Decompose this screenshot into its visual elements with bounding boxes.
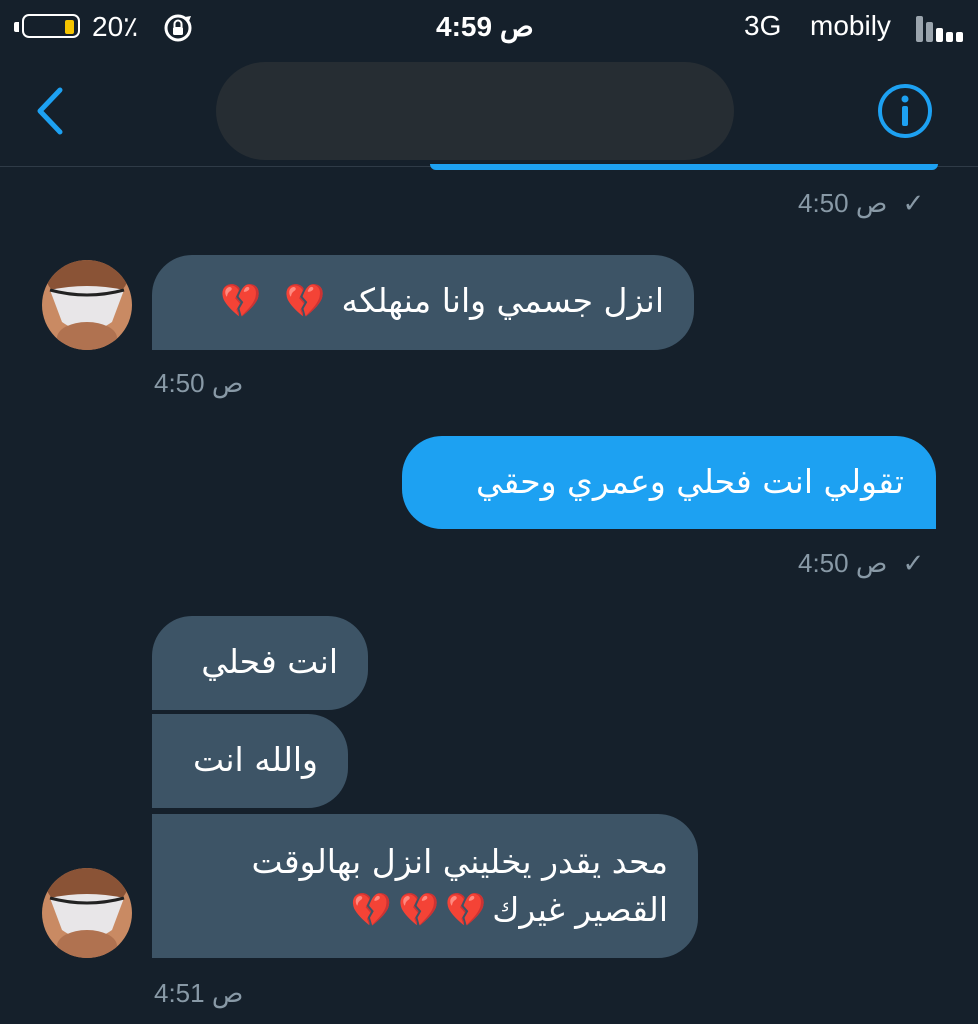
network-type: 3G — [744, 10, 782, 41]
message-text: والله انت — [192, 740, 318, 779]
rotation-lock-icon — [164, 14, 192, 42]
previous-outgoing-bubble — [430, 164, 938, 170]
avatar[interactable] — [42, 868, 132, 958]
message-text: انزل جسمي وانا منهلكه — [341, 281, 664, 320]
read-check-icon: ✓ — [902, 548, 925, 578]
conversation-name-redacted[interactable] — [216, 62, 734, 160]
status-time: 4:59 ص — [436, 11, 534, 42]
message-bubble-incoming[interactable]: والله انت — [152, 714, 348, 808]
message-text-line: محد يقدر يخليني انزل بهالوقت — [251, 842, 669, 881]
conversation-header — [0, 56, 978, 167]
battery-icon — [14, 14, 86, 40]
message-timestamp: 4:51 ص — [154, 978, 244, 1008]
status-bar: 20٪ 4:59 ص 3G mobily — [0, 0, 978, 56]
carrier-name: mobily — [810, 10, 891, 41]
message-text: انت فحلي — [201, 642, 338, 681]
message-bubble-outgoing[interactable]: تقولي انت فحلي وعمري وحقي — [402, 436, 936, 529]
chevron-left-icon[interactable] — [30, 84, 70, 138]
battery-percent: 20٪ — [92, 11, 139, 42]
message-text-line: القصير غيرك💔💔💔 — [182, 886, 668, 934]
message-text: تقولي انت فحلي وعمري وحقي — [476, 462, 904, 501]
message-bubble-incoming[interactable]: انزل جسمي وانا منهلكه 💔 💔 — [152, 255, 694, 350]
message-bubble-incoming[interactable]: محد يقدر يخليني انزل بهالوقت القصير غيرك… — [152, 814, 698, 958]
message-timestamp: 4:50 ص ✓ — [798, 188, 925, 218]
message-timestamp: 4:50 ص — [154, 368, 244, 398]
signal-strength-icon — [916, 14, 966, 42]
broken-heart-emoji: 💔 💔 — [220, 281, 332, 320]
message-bubble-incoming[interactable]: انت فحلي — [152, 616, 368, 710]
broken-heart-emoji: 💔💔💔 — [350, 890, 493, 929]
info-icon[interactable] — [876, 82, 934, 140]
message-timestamp: 4:50 ص ✓ — [798, 548, 925, 578]
read-check-icon: ✓ — [902, 188, 925, 218]
avatar[interactable] — [42, 260, 132, 350]
